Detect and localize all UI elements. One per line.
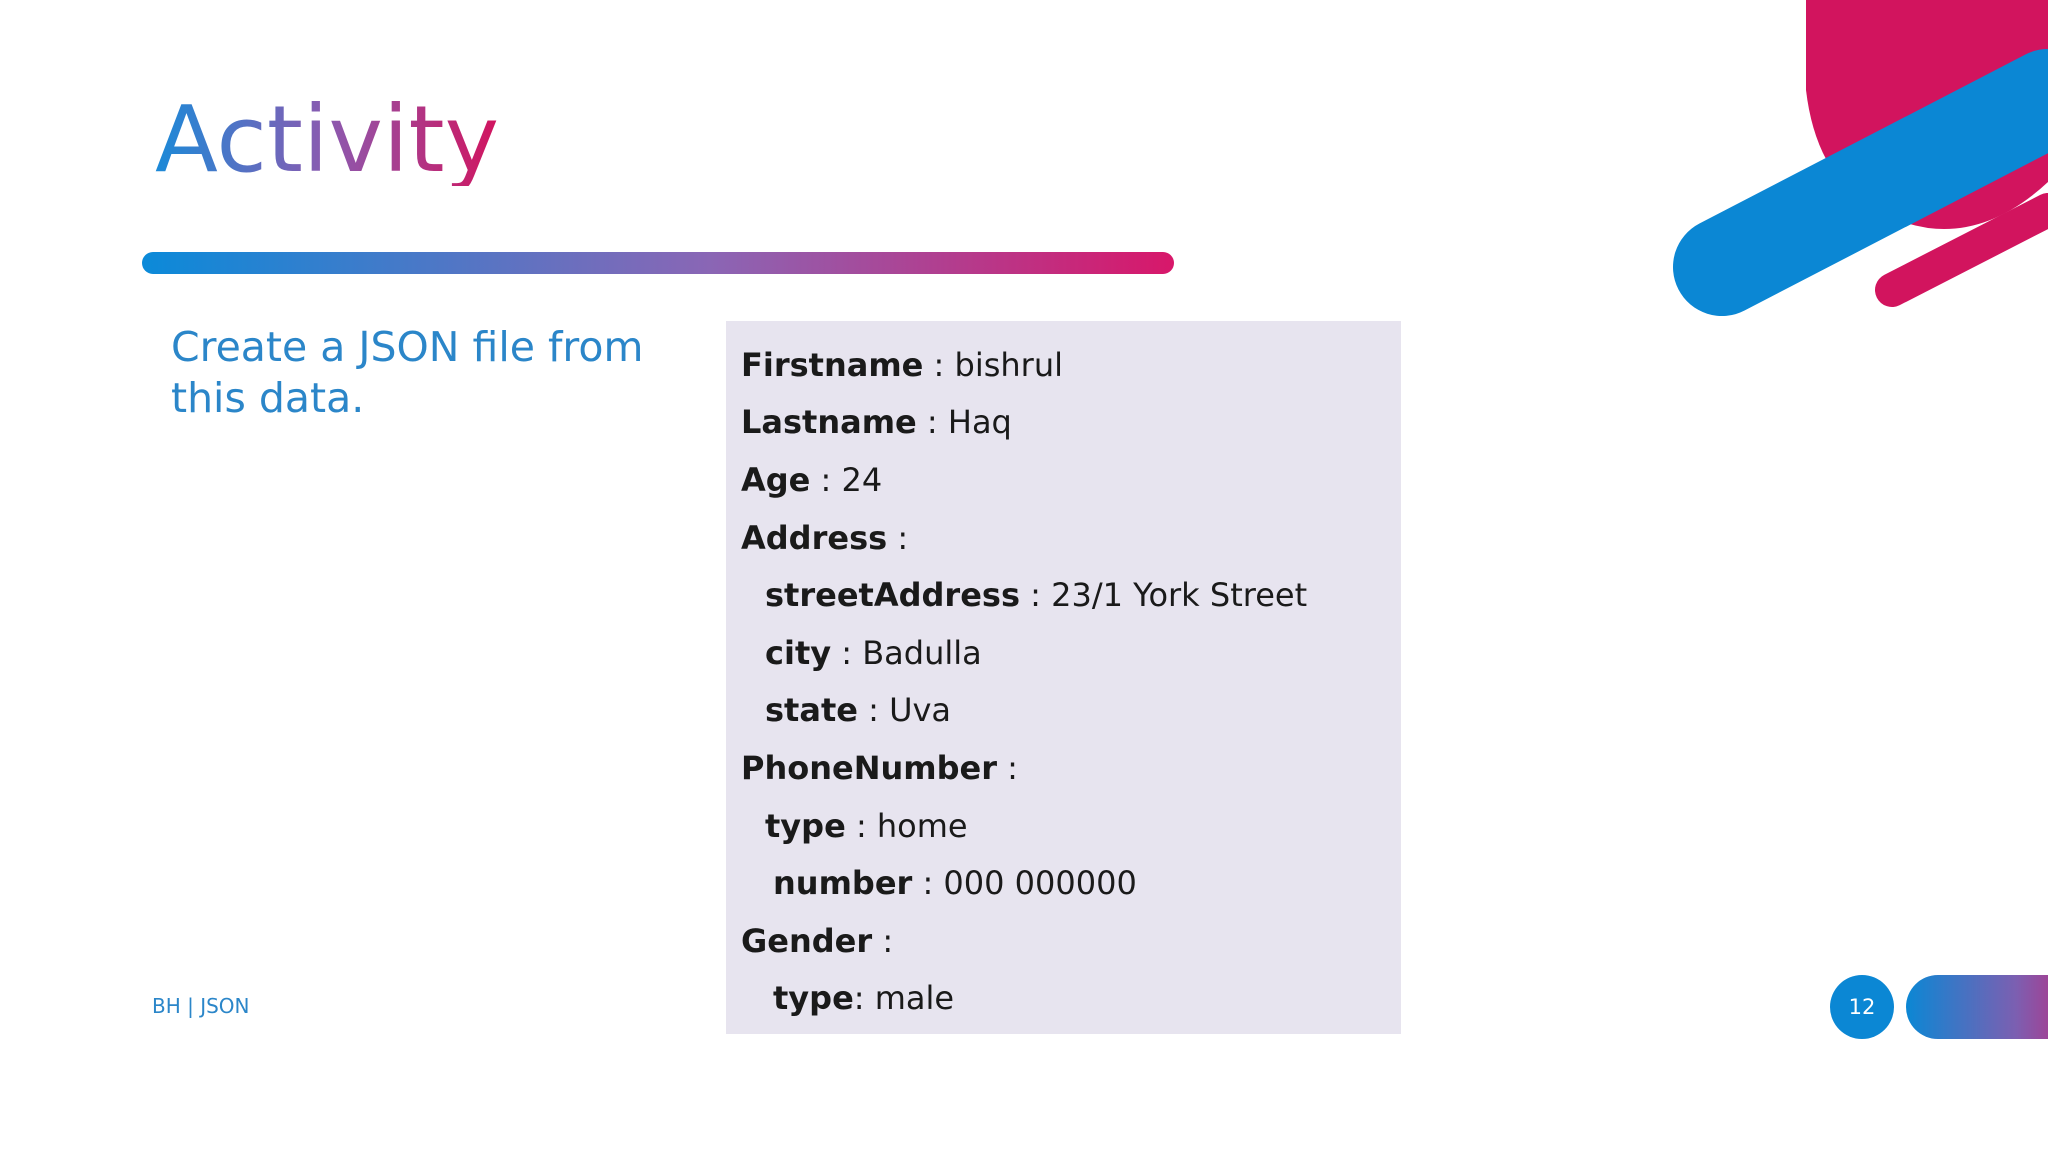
data-row-separator: : xyxy=(853,979,875,1018)
data-row-key: type xyxy=(765,806,846,845)
data-row-separator: : xyxy=(810,460,842,499)
data-row-value: 000 000000 xyxy=(943,864,1137,903)
data-row-key: PhoneNumber xyxy=(741,748,997,787)
footer-gradient-pill xyxy=(1906,975,2048,1039)
data-row-key: Lastname xyxy=(741,403,917,442)
data-row: type : home xyxy=(726,797,1401,855)
data-row-key: city xyxy=(765,633,832,672)
data-row: Lastname : Haq xyxy=(726,394,1401,452)
data-row-value: bishrul xyxy=(954,345,1063,384)
data-row-value: Uva xyxy=(889,691,952,730)
data-row-separator: : xyxy=(872,921,894,960)
data-row-value: Badulla xyxy=(862,633,982,672)
footer-label: BH | JSON xyxy=(152,994,250,1018)
data-row-key: streetAddress xyxy=(765,576,1020,615)
data-row-separator: : xyxy=(845,806,877,845)
data-row-key: Firstname xyxy=(741,345,924,384)
data-row-separator: : xyxy=(916,403,948,442)
data-rows: Firstname : bishrul Lastname : Haq Age : 2… xyxy=(726,336,1401,1027)
data-row: city : Badulla xyxy=(726,624,1401,682)
data-row-value: male xyxy=(874,979,955,1018)
data-row-separator: : xyxy=(831,633,863,672)
title-underline-bar xyxy=(142,252,1174,274)
data-box: Firstname : bishrul Lastname : Haq Age : 2… xyxy=(726,321,1401,1034)
data-row-value: 24 xyxy=(841,460,883,499)
data-row-key: state xyxy=(765,691,858,730)
data-row-value: 23/1 York Street xyxy=(1051,576,1308,615)
data-row-value: Haq xyxy=(947,403,1012,442)
data-row-key: Address xyxy=(741,518,888,557)
data-row-separator: : xyxy=(997,748,1018,787)
data-row-key: Gender xyxy=(741,921,873,960)
data-row: Address : xyxy=(726,509,1401,567)
instruction-text: Create a JSON file from this data. xyxy=(171,323,644,422)
slide-title: Activity xyxy=(155,86,500,193)
data-row-key: type xyxy=(773,979,854,1018)
data-row: number : 000 000000 xyxy=(726,854,1401,912)
data-row: Gender : xyxy=(726,912,1401,970)
data-row: Firstname : bishrul xyxy=(726,336,1401,394)
page-number-badge: 12 xyxy=(1830,975,1894,1039)
data-row-separator: : xyxy=(1019,576,1052,615)
data-row-key: Age xyxy=(741,460,811,499)
data-row-separator: : xyxy=(887,518,909,557)
data-row-separator: : xyxy=(923,345,955,384)
data-row: Age : 24 xyxy=(726,451,1401,509)
data-row-separator: : xyxy=(912,864,944,903)
data-row: type: male xyxy=(726,970,1401,1028)
data-row-separator: : xyxy=(857,691,890,730)
data-row: PhoneNumber : xyxy=(726,739,1401,797)
data-row-key: number xyxy=(773,864,913,903)
data-row: state : Uva xyxy=(726,682,1401,740)
data-row-value: home xyxy=(876,806,968,845)
data-row: streetAddress : 23/1 York Street xyxy=(726,566,1401,624)
